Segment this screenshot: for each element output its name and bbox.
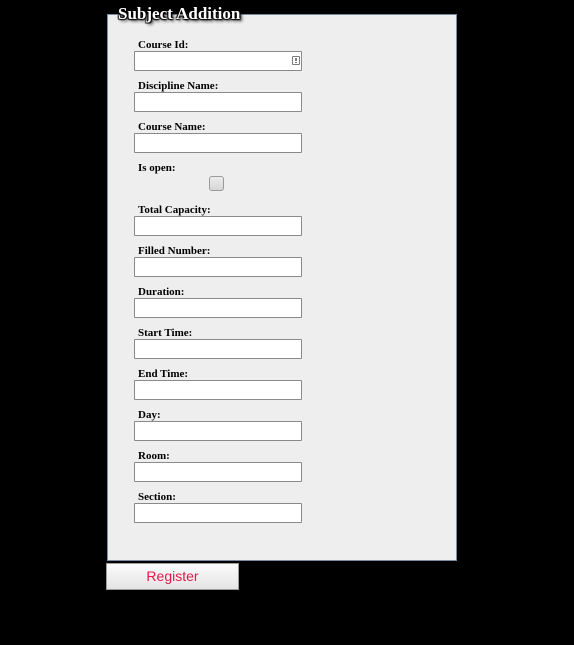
discipline-name-input[interactable] xyxy=(134,92,302,112)
duration-input[interactable] xyxy=(134,298,302,318)
total-capacity-input[interactable] xyxy=(134,216,302,236)
start-time-label: Start Time: xyxy=(138,327,193,339)
end-time-input[interactable] xyxy=(134,380,302,400)
section-input[interactable] xyxy=(134,503,302,523)
end-time-label: End Time: xyxy=(138,368,189,380)
duration-label: Duration: xyxy=(138,286,185,298)
filled-number-label: Filled Number: xyxy=(138,245,211,257)
total-capacity-label: Total Capacity: xyxy=(138,204,211,216)
day-input[interactable] xyxy=(134,421,302,441)
filled-number-input[interactable] xyxy=(134,257,302,277)
room-label: Room: xyxy=(138,450,170,462)
is-open-checkbox[interactable] xyxy=(209,176,224,191)
section-label: Section: xyxy=(138,491,176,503)
room-input[interactable] xyxy=(134,462,302,482)
start-time-input[interactable] xyxy=(134,339,302,359)
course-id-label: Course Id: xyxy=(138,39,189,51)
discipline-name-label: Discipline Name: xyxy=(138,80,219,92)
course-id-field-wrapper xyxy=(134,51,302,71)
day-label: Day: xyxy=(138,409,161,421)
form-title: Subject Addition xyxy=(118,4,241,23)
course-name-label: Course Name: xyxy=(138,121,206,133)
course-id-input[interactable] xyxy=(134,51,302,71)
register-button[interactable]: Register xyxy=(106,563,239,590)
course-name-input[interactable] xyxy=(134,133,302,153)
is-open-label: Is open: xyxy=(138,162,176,174)
